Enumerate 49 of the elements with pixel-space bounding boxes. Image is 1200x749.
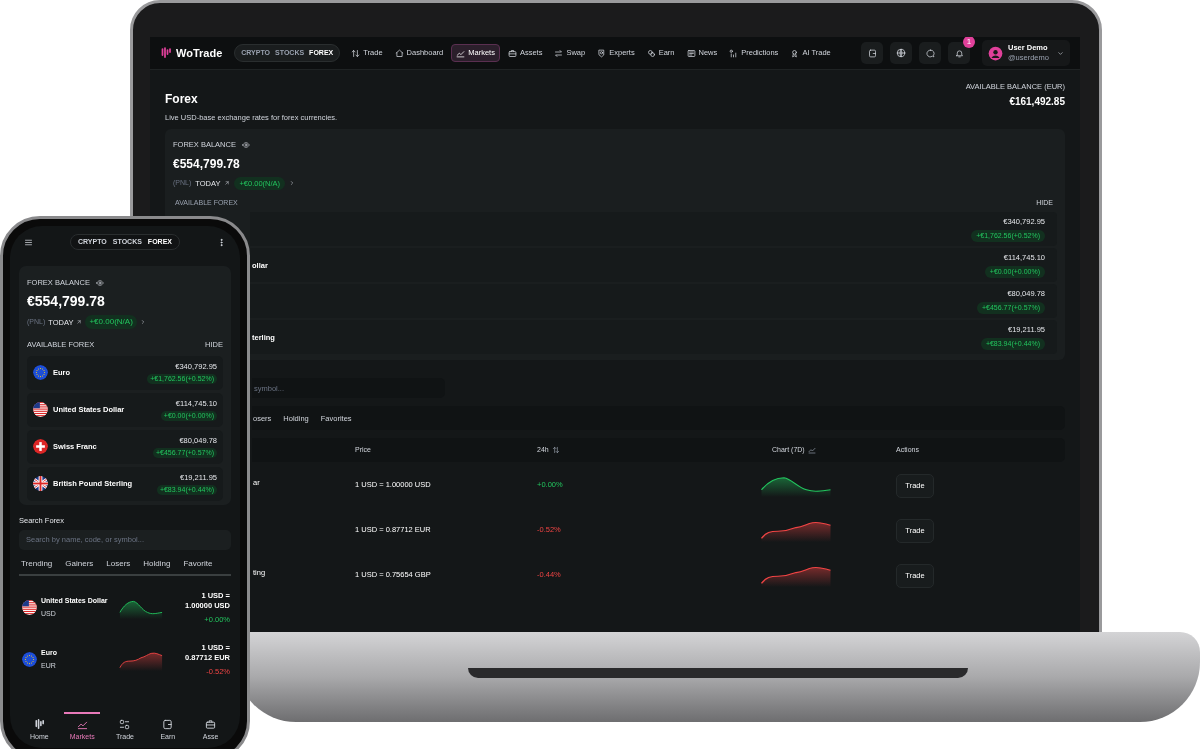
more-button[interactable] — [217, 237, 226, 247]
logo-icon — [33, 718, 45, 730]
wallet-button[interactable] — [861, 42, 883, 64]
wallet-icon — [162, 718, 174, 730]
filter-tab[interactable]: Holding — [143, 557, 171, 570]
chart-bars-icon — [729, 48, 739, 58]
filter-tab[interactable]: Favorite — [183, 557, 213, 570]
forex-balance: €554,799.78 — [173, 155, 241, 173]
eye-icon — [241, 140, 250, 149]
newspaper-icon — [686, 48, 696, 58]
briefcase-icon — [205, 718, 217, 730]
avatar-icon — [988, 45, 1003, 61]
chevron-right-icon — [139, 319, 146, 326]
more-icon — [217, 237, 226, 247]
eye-icon — [95, 278, 104, 287]
chevron-right-icon — [289, 180, 296, 187]
chat-button[interactable] — [919, 42, 941, 64]
bell-icon — [954, 48, 964, 58]
wallet-icon — [867, 48, 877, 58]
logo-icon — [160, 47, 172, 59]
arrow-up-right-icon — [76, 319, 83, 326]
chevron-down-icon — [1057, 49, 1064, 57]
award-icon — [790, 48, 800, 58]
forex-balance: €554,799.78 — [27, 292, 106, 312]
language-button[interactable] — [890, 42, 912, 64]
balance-amount: €161,492.85 — [1009, 95, 1065, 110]
coins-icon — [646, 48, 656, 58]
chart-line-icon — [807, 446, 816, 455]
chat-icon — [925, 48, 935, 58]
arrows-icon — [554, 48, 564, 58]
briefcase-icon — [507, 48, 517, 58]
filter-tab[interactable]: Losers — [106, 557, 131, 570]
page-title: Forex — [165, 91, 199, 108]
arrow-up-right-icon — [224, 180, 231, 187]
badge-icon — [597, 48, 607, 58]
filter-tab[interactable]: Trending — [21, 557, 53, 570]
swap-grid-icon — [119, 718, 131, 730]
home-icon — [394, 48, 404, 58]
notification-count: 1 — [963, 37, 975, 48]
notifications-button[interactable] — [948, 42, 970, 64]
brand-name: WoTrade — [176, 45, 223, 61]
chart-line-icon — [456, 48, 466, 58]
menu-button[interactable] — [24, 237, 33, 247]
globe-icon — [896, 48, 906, 58]
menu-icon — [24, 237, 33, 247]
filter-tab[interactable]: Gainers — [65, 557, 94, 570]
swap-arrows-icon — [351, 48, 361, 58]
change-badge: +€0.00(N/A) — [85, 315, 137, 330]
sort-icon — [551, 446, 560, 455]
